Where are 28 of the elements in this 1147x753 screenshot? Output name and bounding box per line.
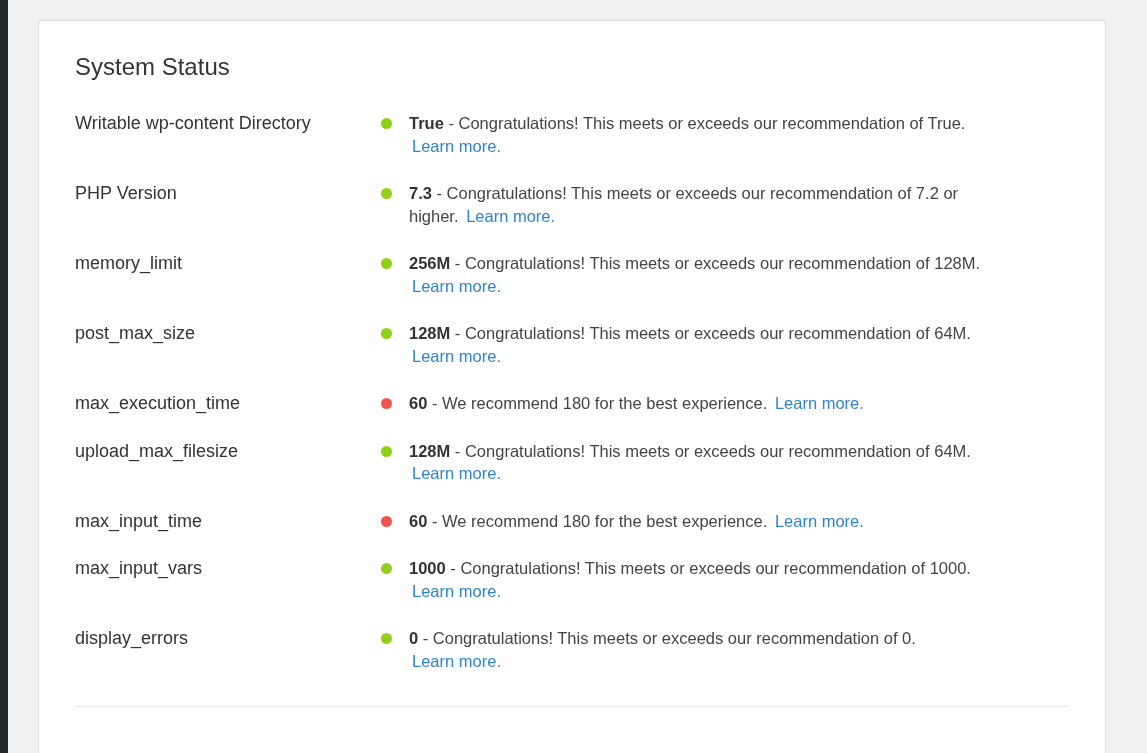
setting-name: max_input_time xyxy=(75,509,204,532)
learn-more-link[interactable]: Learn more. xyxy=(412,276,501,295)
status-message: 1000 - Congratulations! This meets or exceeds our recommendation of 1000. Learn more. xyxy=(409,558,972,602)
setting-name: memory_limit xyxy=(75,252,183,274)
learn-more-link[interactable]: Learn more. xyxy=(774,394,864,412)
learn-more-link[interactable]: Learn more. xyxy=(412,136,501,155)
setting-name: PHP Version xyxy=(75,182,178,204)
status-message: 128M - Congratulations! This meets or exceeds our recommendation of 64M. Learn more. xyxy=(409,323,972,367)
learn-more-link[interactable]: Learn more. xyxy=(412,581,501,600)
learn-more-link[interactable]: Learn more. xyxy=(466,206,556,225)
learn-more-link[interactable]: Learn more. xyxy=(412,651,501,670)
learn-more-link[interactable]: Learn more. xyxy=(412,464,501,482)
status-message: 60 - We recommend 180 for the best experience. Learn more. xyxy=(409,393,865,414)
setting-name: post_max_size xyxy=(75,322,197,344)
status-message: 256M - Congratulations! This meets or exceeds our recommendation of 128M. Learn more. xyxy=(409,253,982,297)
status-message: 128M - Congratulations! This meets or exceeds our recommendation of 64M. Learn more. xyxy=(409,440,972,484)
status-message: 7.3 - Congratulations! This meets or exceeds our recommendation of 7.2 or higher. Learn more. xyxy=(409,183,960,227)
setting-name: upload_max_filesize xyxy=(75,439,240,462)
setting-name: max_execution_time xyxy=(75,392,242,414)
setting-name: Writable wp-content Directory xyxy=(75,112,312,134)
status-message: 0 - Congratulations! This meets or exceeds our recommendation of 0. Learn more. xyxy=(409,628,917,672)
setting-name: max_input_vars xyxy=(75,557,204,579)
setting-name: display_errors xyxy=(75,627,190,649)
learn-more-link[interactable]: Learn more. xyxy=(774,511,864,530)
card-title: System Status xyxy=(75,53,231,81)
status-message: 60 - We recommend 180 for the best experience. Learn more. xyxy=(409,510,865,532)
status-message: True - Congratulations! This meets or exceeds our recommendation of True. Learn more. xyxy=(409,113,967,157)
learn-more-link[interactable]: Learn more. xyxy=(412,346,501,365)
